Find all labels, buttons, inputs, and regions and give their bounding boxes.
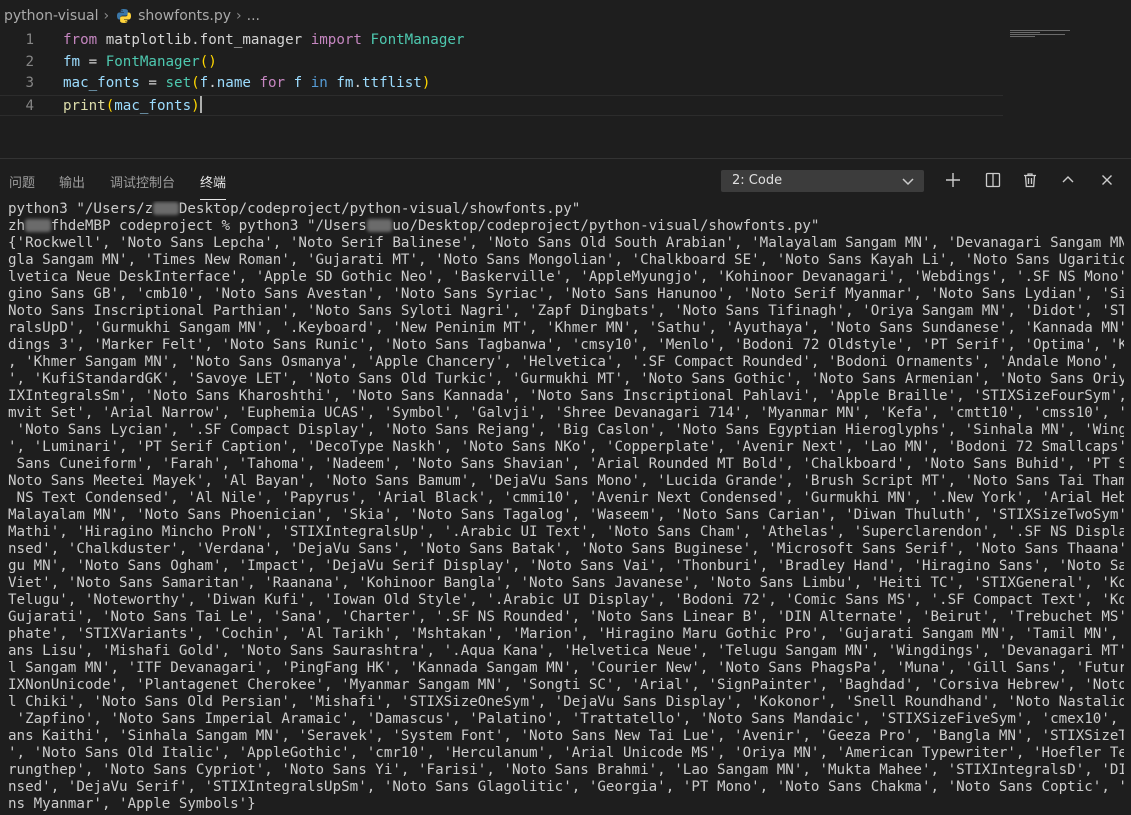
panel-header: 问题 输出 调试控制台 终端 2: Code bbox=[0, 160, 1131, 200]
terminal-select[interactable]: 2: Code bbox=[721, 170, 924, 192]
terminal-line: mvit Set', 'Arial Narrow', 'Euphemia UCA… bbox=[8, 405, 1124, 421]
minimap[interactable] bbox=[1010, 30, 1080, 42]
terminal-line: Viet', 'Noto Sans Samaritan', 'Raanana',… bbox=[8, 575, 1124, 591]
code-line[interactable]: 1 from matplotlib.font_manager import Fon… bbox=[0, 30, 1003, 51]
chevron-down-icon bbox=[901, 174, 915, 188]
terminal-line: Gujarati', 'Noto Sans Tai Le', 'Sana', '… bbox=[8, 609, 1124, 625]
text-cursor bbox=[199, 95, 202, 113]
line-number: 1 bbox=[25, 32, 34, 48]
terminal-line: NS Text Condensed', 'Al Nile', 'Papyrus'… bbox=[8, 490, 1124, 506]
terminal-line: Mathi', 'Hiragino Mincho ProN', 'STIXInt… bbox=[8, 524, 1124, 540]
terminal-line: gla Sangam MN', 'Times New Roman', 'Guja… bbox=[8, 252, 1124, 268]
tab-problems[interactable]: 问题 bbox=[9, 172, 35, 191]
line-number: 3 bbox=[25, 75, 34, 91]
tab-terminal[interactable]: 终端 bbox=[200, 172, 227, 200]
terminal-line: IXIntegralsSm', 'Noto Sans Kharoshthi', … bbox=[8, 388, 1124, 404]
line-number: 2 bbox=[25, 53, 34, 70]
terminal-line: ralsUpD', 'Gurmukhi Sangam MN', '.Keyboa… bbox=[8, 320, 1124, 336]
breadcrumb-file[interactable]: showfonts.py bbox=[138, 8, 231, 24]
tab-debug-console[interactable]: 调试控制台 bbox=[110, 172, 175, 191]
terminal-line: phate', 'STIXVariants', 'Cochin', 'Al Ta… bbox=[8, 626, 1124, 642]
chevron-right-icon: › bbox=[103, 8, 110, 24]
code-text: from matplotlib.font_manager import Font… bbox=[63, 32, 465, 48]
terminal-output[interactable]: python3 "/Users/z Desktop/codeproject/py… bbox=[8, 201, 1124, 815]
chevron-up-icon[interactable] bbox=[1059, 171, 1077, 189]
terminal-line: gino Sans GB', 'cmb10', 'Noto Sans Avest… bbox=[8, 286, 1124, 302]
python-icon bbox=[116, 8, 132, 24]
breadcrumb-folder[interactable]: python-visual bbox=[4, 8, 98, 24]
terminal-line: Sans Cuneiform', 'Farah', 'Tahoma', 'Nad… bbox=[8, 456, 1124, 472]
line-number: 4 bbox=[25, 97, 34, 114]
terminal-line: IXNonUnicode', 'Plantagenet Cherokee', '… bbox=[8, 677, 1124, 693]
code-line[interactable]: 4 print(mac_fonts) bbox=[0, 94, 1003, 116]
terminal-line: ', 'Luminari', 'PT Serif Caption', 'Deco… bbox=[8, 439, 1124, 455]
breadcrumb-symbol[interactable]: ... bbox=[247, 8, 260, 24]
terminal-line: dings 3', 'Marker Felt', 'Noto Sans Runi… bbox=[8, 337, 1124, 353]
terminal-line: l Sangam MN', 'ITF Devanagari', 'PingFan… bbox=[8, 660, 1124, 676]
terminal-select-value: 2: Code bbox=[732, 173, 783, 188]
plus-icon[interactable] bbox=[944, 171, 962, 189]
terminal-line: Noto Sans Meetei Mayek', 'Al Bayan', 'No… bbox=[8, 473, 1124, 489]
trash-icon[interactable] bbox=[1021, 171, 1039, 189]
close-icon[interactable] bbox=[1098, 171, 1116, 189]
terminal-line: 'Noto Sans Lycian', '.SF Compact Display… bbox=[8, 422, 1124, 438]
terminal-line: python3 "/Users/z Desktop/codeproject/py… bbox=[8, 201, 581, 217]
breadcrumb: python-visual › showfonts.py › ... bbox=[0, 0, 1131, 32]
code-line[interactable]: 3 mac_fonts = set(f.name for f in fm.ttfl… bbox=[0, 73, 1003, 94]
terminal-line: ans Kaithi', 'Sinhala Sangam MN', 'Serav… bbox=[8, 728, 1124, 744]
terminal-line: l Chiki', 'Noto Sans Old Persian', 'Mish… bbox=[8, 694, 1124, 710]
redacted-text bbox=[153, 202, 179, 215]
code-text: fm = FontManager() bbox=[63, 53, 217, 70]
split-icon[interactable] bbox=[984, 171, 1002, 189]
terminal-line: Noto Sans Inscriptional Parthian', 'Noto… bbox=[8, 303, 1124, 319]
terminal-line: ans Lisu', 'Mishafi Gold', 'Noto Sans Sa… bbox=[8, 643, 1124, 659]
terminal-line: ', 'KufiStandardGK', 'Savoye LET', 'Noto… bbox=[8, 371, 1124, 387]
terminal-line: Telugu', 'Noteworthy', 'Diwan Kufi', 'Io… bbox=[8, 592, 1124, 608]
redacted-text bbox=[366, 219, 393, 232]
redacted-text bbox=[25, 219, 51, 232]
code-text: print(mac_fonts) bbox=[63, 95, 202, 114]
terminal-line: 'Zapfino', 'Noto Sans Imperial Aramaic',… bbox=[8, 711, 1124, 727]
chevron-right-icon: › bbox=[236, 8, 242, 24]
terminal-line: {'Rockwell', 'Noto Sans Lepcha', 'Noto S… bbox=[8, 235, 1124, 251]
terminal-line: gu MN', 'Noto Sans Ogham', 'Impact', 'De… bbox=[8, 558, 1124, 574]
terminal-line: zh fhdeMBP codeproject % python3 "/Users… bbox=[8, 218, 820, 234]
terminal-line: nsed', 'DejaVu Serif', 'STIXIntegralsUpS… bbox=[8, 779, 1124, 795]
terminal-line: , 'Khmer Sangam MN', 'Noto Sans Osmanya'… bbox=[8, 354, 1124, 370]
panel-divider[interactable] bbox=[0, 158, 1131, 159]
code-line[interactable]: 2 fm = FontManager() bbox=[0, 52, 1003, 73]
terminal-line: lvetica Neue DeskInterface', 'Apple SD G… bbox=[8, 269, 1124, 285]
terminal-line: nsed', 'Chalkduster', 'Verdana', 'DejaVu… bbox=[8, 541, 1124, 557]
code-editor[interactable]: 1 from matplotlib.font_manager import Fon… bbox=[0, 30, 1131, 158]
terminal-line: ', 'Noto Sans Old Italic', 'AppleGothic'… bbox=[8, 745, 1124, 761]
terminal-line: Malayalam MN', 'Noto Sans Phoenician', '… bbox=[8, 507, 1124, 523]
terminal-line: ns Myanmar', 'Apple Symbols'} bbox=[8, 796, 256, 812]
terminal-line: rungthep', 'Noto Sans Cypriot', 'Noto Sa… bbox=[8, 762, 1124, 778]
code-text: mac_fonts = set(f.name for f in fm.ttfli… bbox=[63, 75, 431, 91]
tab-output[interactable]: 输出 bbox=[59, 172, 85, 191]
